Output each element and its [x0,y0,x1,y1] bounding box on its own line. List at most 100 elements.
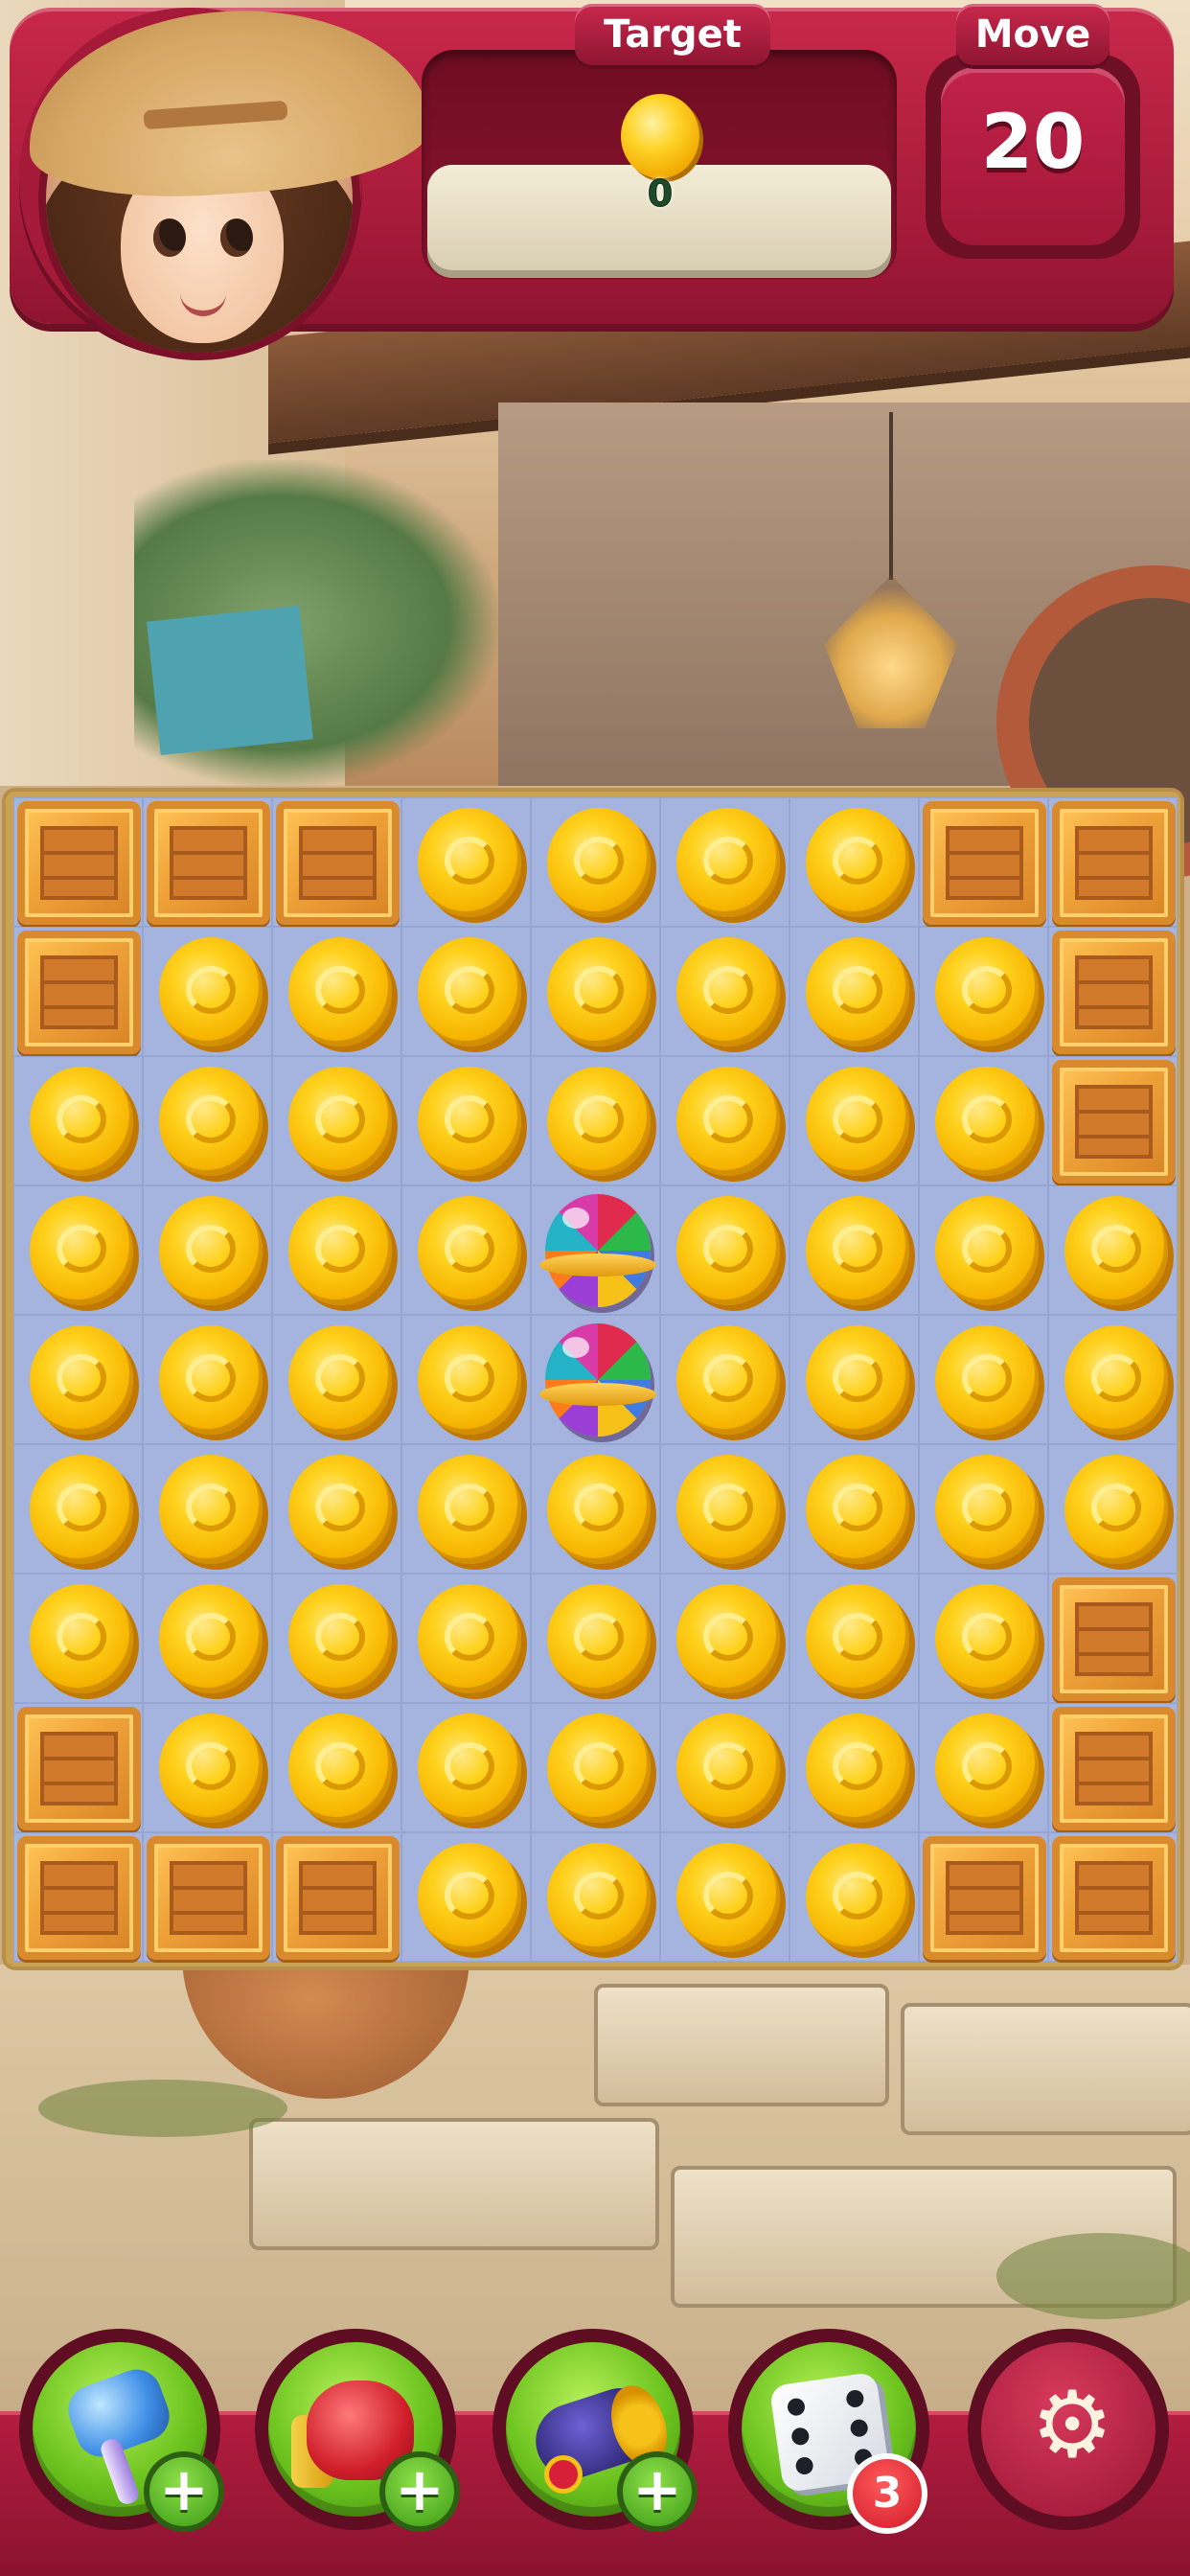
gold-coin-icon[interactable] [935,937,1039,1046]
cannon-booster-button[interactable]: + [492,2329,698,2532]
board-cell[interactable] [790,1574,919,1703]
board-cell[interactable] [13,1832,143,1962]
board-cell[interactable] [790,1185,919,1315]
board-cell[interactable] [13,797,143,927]
gold-coin-icon[interactable] [676,1455,780,1564]
board-cell[interactable] [919,1703,1048,1832]
gold-coin-icon[interactable] [288,1067,392,1176]
board-cell[interactable] [143,1703,272,1832]
board-cell[interactable] [401,1185,531,1315]
board-cell[interactable] [1048,1315,1178,1444]
board-cell[interactable] [272,1703,401,1832]
gold-coin-icon[interactable] [30,1455,133,1564]
board-cell[interactable] [531,797,660,927]
board-cell[interactable] [143,1832,272,1962]
board-cell[interactable] [1048,1056,1178,1185]
board-cell[interactable] [1048,1574,1178,1703]
gold-coin-icon[interactable] [806,1843,909,1952]
board-cell[interactable] [919,797,1048,927]
board-cell[interactable] [531,1574,660,1703]
gold-coin-icon[interactable] [418,1843,521,1952]
board-cell[interactable] [531,1832,660,1962]
board-cell[interactable] [1048,1444,1178,1574]
settings-button[interactable]: ⚙ [968,2329,1169,2530]
gold-coin-icon[interactable] [547,1714,651,1823]
gold-coin-icon[interactable] [159,1325,263,1435]
board-cell[interactable] [660,1056,790,1185]
board-cell[interactable] [143,927,272,1056]
board-cell[interactable] [660,797,790,927]
gold-coin-icon[interactable] [418,1584,521,1693]
board-cell[interactable] [660,1832,790,1962]
gold-coin-icon[interactable] [935,1196,1039,1305]
gold-coin-icon[interactable] [1064,1196,1168,1305]
board-cell[interactable] [143,1315,272,1444]
add-booster-button[interactable]: + [617,2451,698,2532]
board-cell[interactable] [272,1185,401,1315]
gold-coin-icon[interactable] [806,1714,909,1823]
board-cell[interactable] [1048,927,1178,1056]
gold-coin-icon[interactable] [676,1196,780,1305]
gold-coin-icon[interactable] [1064,1455,1168,1564]
gold-coin-icon[interactable] [288,1584,392,1693]
board-cell[interactable] [401,1703,531,1832]
board-cell[interactable] [531,1315,660,1444]
gold-coin-icon[interactable] [30,1067,133,1176]
board-cell[interactable] [13,1703,143,1832]
board-cell[interactable] [272,1056,401,1185]
gold-coin-icon[interactable] [806,1584,909,1693]
board-cell[interactable] [13,1574,143,1703]
board-cell[interactable] [919,1056,1048,1185]
board-cell[interactable] [919,1444,1048,1574]
gold-coin-icon[interactable] [547,1067,651,1176]
board-cell[interactable] [919,1315,1048,1444]
gold-coin-icon[interactable] [418,937,521,1046]
board-cell[interactable] [919,927,1048,1056]
board-cell[interactable] [143,1574,272,1703]
board-cell[interactable] [272,1574,401,1703]
rainbow-disco-ball-icon[interactable] [539,1323,656,1437]
gold-coin-icon[interactable] [288,1196,392,1305]
board-cell[interactable] [660,1574,790,1703]
gold-coin-icon[interactable] [159,1584,263,1693]
board-cell[interactable] [13,1056,143,1185]
gold-coin-icon[interactable] [418,1455,521,1564]
board-cell[interactable] [790,1703,919,1832]
board-cell[interactable] [401,1056,531,1185]
gold-coin-icon[interactable] [676,1067,780,1176]
gold-coin-icon[interactable] [806,1196,909,1305]
gold-coin-icon[interactable] [547,937,651,1046]
board-cell[interactable] [1048,1832,1178,1962]
board-cell[interactable] [919,1185,1048,1315]
gold-coin-icon[interactable] [547,1843,651,1952]
board-cell[interactable] [272,1444,401,1574]
board-cell[interactable] [143,1185,272,1315]
gold-coin-icon[interactable] [30,1584,133,1693]
board-cell[interactable] [1048,797,1178,927]
board-cell[interactable] [1048,1185,1178,1315]
board-cell[interactable] [13,1444,143,1574]
board-cell[interactable] [660,1185,790,1315]
board-cell[interactable] [143,1444,272,1574]
gold-coin-icon[interactable] [1064,1325,1168,1435]
board-cell[interactable] [401,1832,531,1962]
board-cell[interactable] [272,1832,401,1962]
gold-coin-icon[interactable] [159,937,263,1046]
gold-coin-icon[interactable] [547,1584,651,1693]
gold-coin-icon[interactable] [676,1584,780,1693]
add-booster-button[interactable]: + [379,2451,460,2532]
board-cell[interactable] [790,797,919,927]
board-cell[interactable] [790,1832,919,1962]
gold-coin-icon[interactable] [418,1196,521,1305]
board-cell[interactable] [13,1185,143,1315]
board-cell[interactable] [660,927,790,1056]
board-cell[interactable] [919,1832,1048,1962]
board-cell[interactable] [790,1444,919,1574]
gold-coin-icon[interactable] [418,1067,521,1176]
gold-coin-icon[interactable] [288,937,392,1046]
hammer-booster-button[interactable]: + [19,2329,224,2532]
board-cell[interactable] [401,1444,531,1574]
gold-coin-icon[interactable] [288,1455,392,1564]
board-cell[interactable] [401,1574,531,1703]
board-cell[interactable] [1048,1703,1178,1832]
